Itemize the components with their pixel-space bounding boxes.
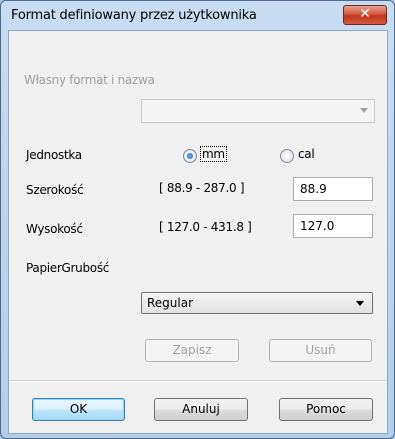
help-button[interactable]: Pomoc	[279, 398, 373, 421]
unit-label: Jednostka	[26, 148, 82, 162]
custom-format-label-text: Własny format i nazwa	[24, 73, 155, 87]
unit-inch-radio[interactable]	[280, 149, 294, 163]
width-label: Szerokość	[26, 183, 84, 197]
cancel-button[interactable]: Anuluj	[154, 398, 248, 421]
width-range: [ 88.9 - 287.0 ]	[159, 181, 245, 195]
dialog-window: Format definiowany przez użytkownika ✕ W…	[0, 0, 395, 439]
paper-thickness-label: PapierGrubość	[26, 261, 110, 275]
height-range: [ 127.0 - 431.8 ]	[159, 220, 252, 234]
dialog-client-area: Własny format i nazwa Jednostka mm cal S…	[8, 30, 388, 434]
close-button[interactable]: ✕	[343, 5, 387, 25]
separator	[9, 380, 387, 382]
custom-format-combobox[interactable]	[141, 99, 375, 123]
delete-button[interactable]: Usuń	[269, 339, 372, 362]
save-button[interactable]: Zapisz	[145, 339, 239, 362]
custom-format-label: Własny format i nazwa	[24, 73, 155, 87]
chevron-down-icon	[360, 108, 368, 113]
close-icon: ✕	[359, 6, 371, 22]
ok-button[interactable]: OK	[32, 398, 125, 421]
height-label: Wysokość	[26, 222, 83, 236]
paper-thickness-value: Regular	[147, 296, 194, 310]
unit-mm-radio[interactable]	[183, 149, 197, 163]
width-input[interactable]: 88.9	[293, 177, 373, 201]
paper-thickness-select[interactable]: Regular	[141, 292, 373, 314]
chevron-down-icon	[356, 301, 364, 306]
height-input[interactable]: 127.0	[293, 214, 373, 238]
title-bar[interactable]: Format definiowany przez użytkownika ✕	[1, 1, 394, 29]
window-title: Format definiowany przez użytkownika	[11, 8, 257, 23]
unit-inch-label[interactable]: cal	[298, 147, 315, 161]
unit-mm-label[interactable]: mm	[200, 146, 227, 162]
